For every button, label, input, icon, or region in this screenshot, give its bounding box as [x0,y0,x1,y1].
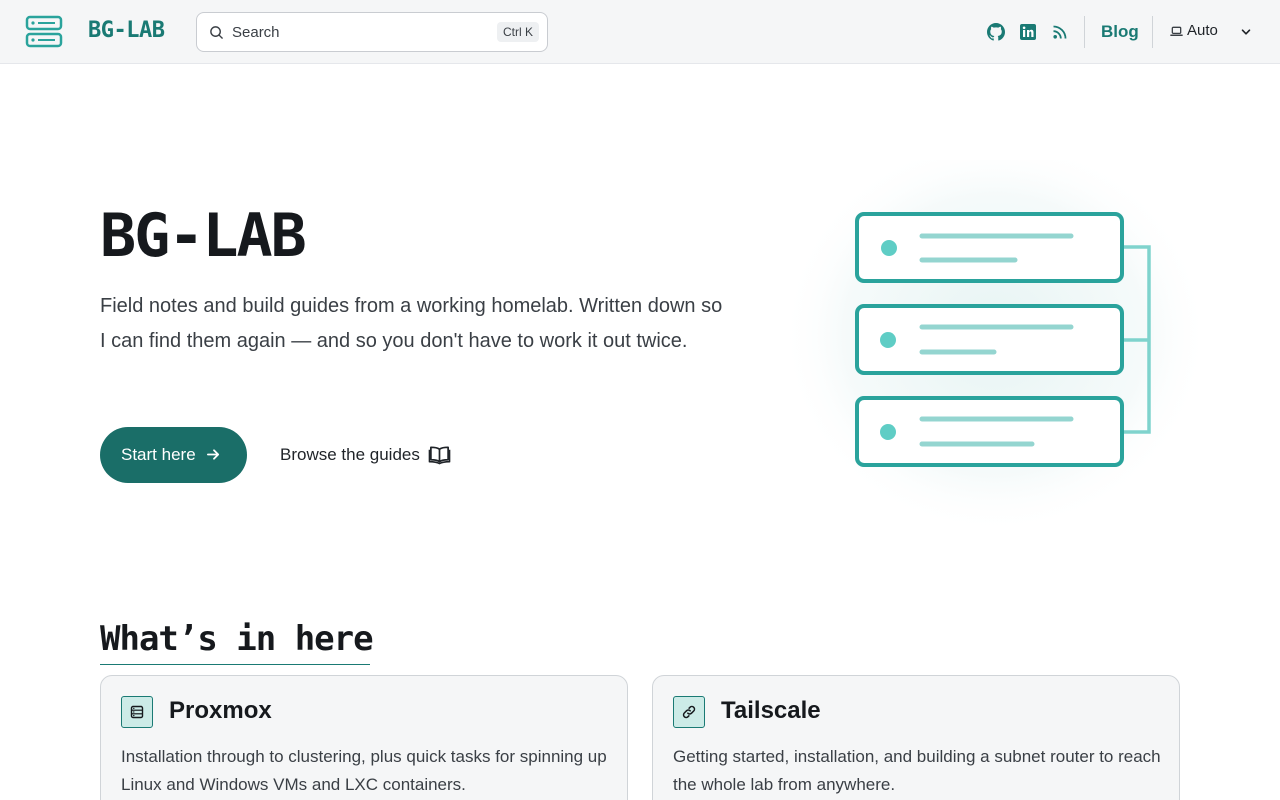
arrow-right-icon [206,449,220,460]
theme-selector[interactable]: Auto [1168,20,1258,44]
site-logo-text[interactable]: BG-LAB [88,18,165,43]
github-icon[interactable] [987,23,1005,41]
card-description: Installation through to clustering, plus… [121,747,607,794]
laptop-icon [1170,26,1183,36]
header-divider [1152,16,1153,48]
section-title: What’s in here [100,619,374,659]
server-logo-icon[interactable] [25,15,63,49]
search-icon [210,26,223,39]
hero-subtitle: Field notes and build guides from a work… [100,295,723,352]
start-here-label: Start here [121,445,196,464]
link-icon [673,696,705,728]
browse-guides-link[interactable]: Browse the guides [280,441,455,469]
card-description: Getting started, installation, and build… [673,747,1161,794]
card-title: Tailscale [721,697,821,724]
blog-link[interactable]: Blog [1101,22,1139,42]
start-here-button[interactable]: Start here [100,427,247,483]
card-title: Proxmox [169,697,272,724]
search-input[interactable]: Search Ctrl K [196,12,548,52]
server-icon [121,696,153,728]
server-rack-illustration [780,160,1210,535]
browse-guides-label: Browse the guides [280,445,420,464]
search-shortcut-badge: Ctrl K [497,22,539,42]
theme-label: Auto [1187,22,1218,39]
header-divider [1084,16,1085,48]
section-underline [100,664,370,665]
rss-icon[interactable] [1053,25,1067,39]
book-open-icon [428,446,451,465]
linkedin-icon[interactable] [1020,24,1036,40]
site-header: BG-LAB Search Ctrl K Blog Auto [0,0,1280,64]
card-proxmox[interactable]: Proxmox Installation through to clusteri… [100,675,628,800]
chevron-down-icon [1241,29,1251,35]
card-tailscale[interactable]: Tailscale Getting started, installation,… [652,675,1180,800]
search-placeholder: Search [232,24,280,41]
hero-title: BG-LAB [100,201,307,271]
